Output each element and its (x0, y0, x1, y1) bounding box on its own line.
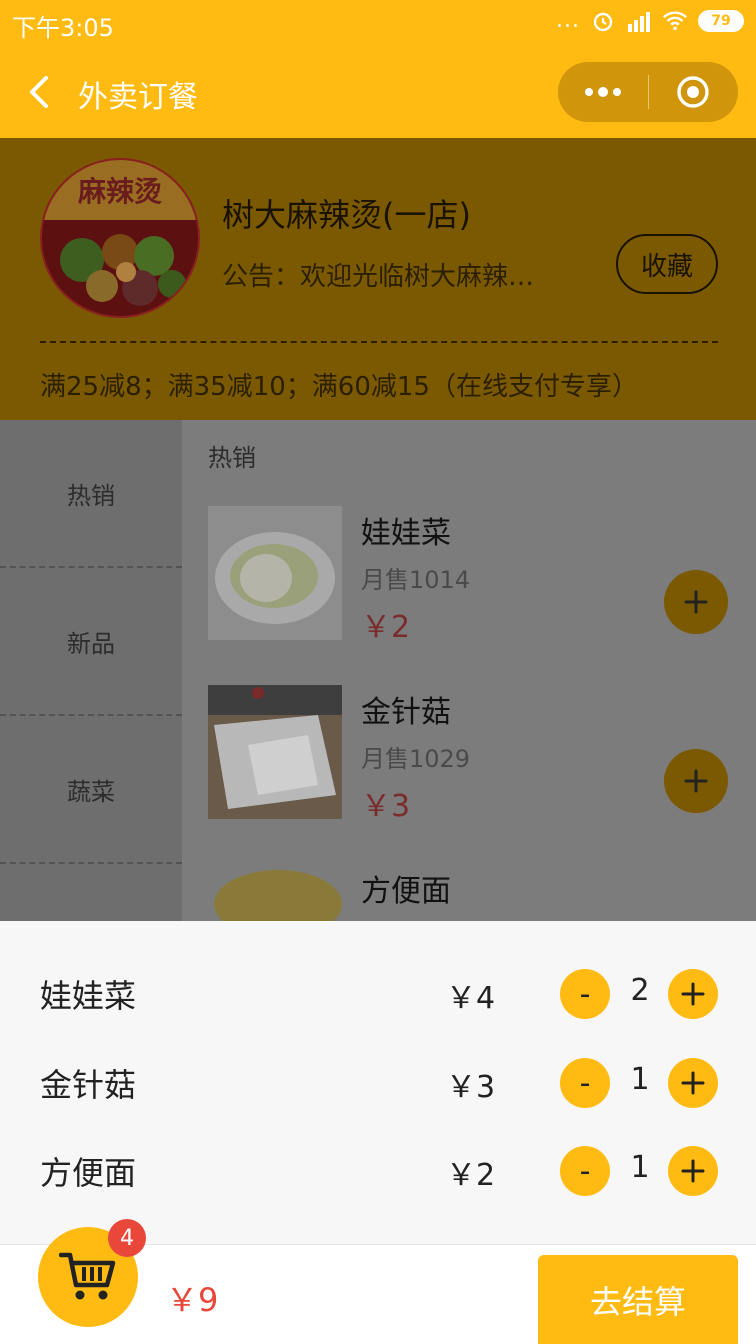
checkout-button[interactable]: 去结算 (538, 1255, 738, 1344)
add-to-cart-button[interactable] (664, 570, 728, 634)
close-miniprogram-button[interactable] (649, 62, 739, 122)
status-dots: ... (556, 8, 580, 33)
miniprogram-capsule (558, 62, 738, 122)
alarm-icon (590, 9, 616, 33)
category-sidebar: 热销 新品 蔬菜 (0, 420, 182, 921)
shop-logo: 麻辣烫 (40, 158, 200, 318)
favorite-button[interactable]: 收藏 (616, 234, 718, 294)
food-name: 方便面 (361, 874, 451, 909)
divider (40, 341, 718, 343)
status-time: 下午3:05 (12, 14, 114, 42)
plus-icon (684, 769, 708, 793)
wifi-icon (662, 9, 688, 33)
promo-text: 满25减8；满35减10；满60减15（在线支付专享） (40, 372, 638, 402)
food-price: ￥2 (361, 610, 411, 645)
decrease-button[interactable]: - (560, 1146, 610, 1196)
vegetables-illustration (60, 234, 186, 306)
shop-name: 树大麻辣烫(一店) (222, 196, 471, 234)
cart-item-name: 娃娃菜 (40, 977, 137, 1015)
shop-notice: 公告：欢迎光临树大麻辣… (222, 262, 535, 292)
shop-header: 麻辣烫 树大麻辣烫(一店) 公告：欢迎光临树大麻辣… 收藏 满25减8；满35减… (0, 138, 756, 420)
food-item: 金针菇 月售1029 ￥3 (208, 685, 738, 845)
add-to-cart-button[interactable] (664, 749, 728, 813)
food-name: 金针菇 (361, 695, 451, 730)
food-image (208, 506, 342, 640)
decrease-button[interactable]: - (560, 1058, 610, 1108)
cart-total: ￥9 (166, 1281, 219, 1319)
more-button[interactable] (558, 62, 648, 122)
category-vegetables[interactable]: 蔬菜 (0, 716, 182, 864)
food-image (208, 685, 342, 819)
increase-button[interactable] (668, 969, 718, 1019)
status-icons: ... 79 (556, 8, 744, 33)
plus-icon (681, 1159, 705, 1183)
food-sales: 月售1029 (361, 745, 471, 773)
status-bar: 下午3:05 ... 79 (0, 0, 756, 48)
signal-icon (626, 9, 652, 33)
shopping-cart-icon (59, 1252, 116, 1300)
bottom-cart-bar: 4 ￥9 去结算 (0, 1219, 756, 1344)
plus-icon (681, 1071, 705, 1095)
target-circle-icon (677, 76, 709, 108)
plus-icon (681, 982, 705, 1006)
food-item: 娃娃菜 月售1014 ￥2 (208, 506, 738, 666)
section-title: 热销 (208, 444, 256, 472)
cart-item-name: 方便面 (40, 1154, 137, 1192)
battery-indicator: 79 (698, 9, 744, 32)
back-arrow-icon[interactable] (20, 70, 60, 114)
cart-item-qty: 1 (630, 1062, 650, 1097)
food-image (208, 864, 342, 921)
nav-bar: 外卖订餐 (0, 48, 756, 138)
cart-item-qty: 1 (630, 1150, 650, 1185)
dimmed-content: 麻辣烫 树大麻辣烫(一店) 公告：欢迎光临树大麻辣… 收藏 满25减8；满35减… (0, 138, 756, 921)
cart-item-price: ￥3 (446, 1070, 496, 1105)
cart-item-price: ￥4 (446, 981, 496, 1016)
cart-row: 方便面 ￥2 - 1 (0, 1128, 756, 1216)
page-title: 外卖订餐 (78, 80, 198, 115)
plus-icon (684, 590, 708, 614)
cart-list: 娃娃菜 ￥4 - 2 金针菇 ￥3 - 1 方便面 ￥2 - 1 (0, 921, 756, 1244)
category-new[interactable]: 新品 (0, 568, 182, 716)
cart-item-qty: 2 (630, 973, 650, 1008)
cart-count-badge: 4 (108, 1219, 146, 1257)
food-sales: 月售1014 (361, 566, 471, 594)
food-name: 娃娃菜 (361, 516, 451, 551)
category-hot[interactable]: 热销 (0, 420, 182, 568)
increase-button[interactable] (668, 1058, 718, 1108)
cart-item-name: 金针菇 (40, 1066, 137, 1104)
food-price: ￥3 (361, 789, 411, 824)
increase-button[interactable] (668, 1146, 718, 1196)
more-dots-icon (584, 87, 621, 97)
cart-item-price: ￥2 (446, 1158, 496, 1193)
cart-row: 娃娃菜 ￥4 - 2 (0, 951, 756, 1039)
food-item: 方便面 (208, 864, 738, 921)
menu-area: 热销 新品 蔬菜 热销 娃娃菜 月售1014 ￥2 金针菇 月售1029 ￥3 (0, 420, 756, 921)
cart-row: 金针菇 ￥3 - 1 (0, 1040, 756, 1128)
decrease-button[interactable]: - (560, 969, 610, 1019)
